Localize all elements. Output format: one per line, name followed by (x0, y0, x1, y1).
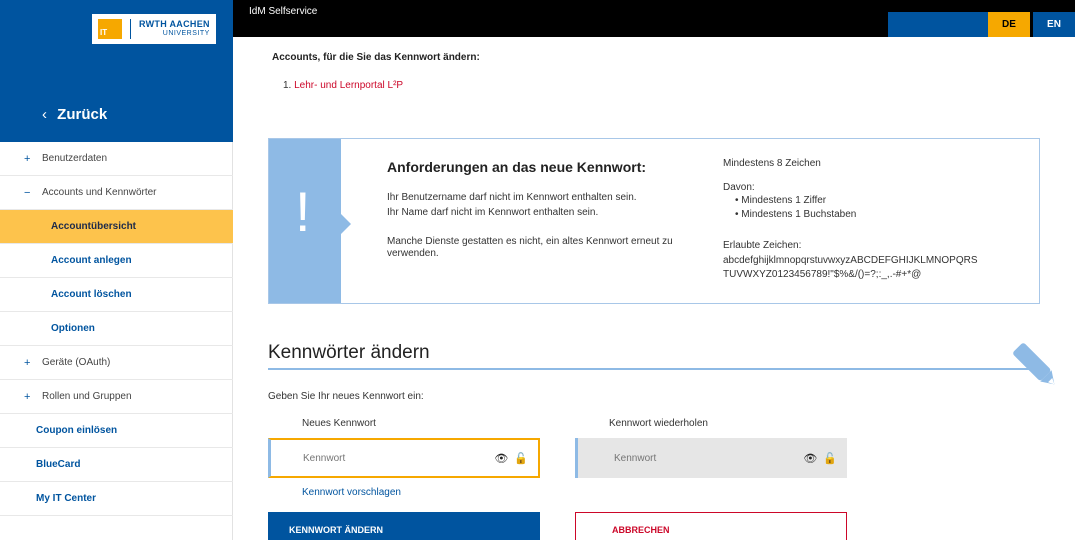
back-link[interactable]: ‹ Zurück (42, 106, 107, 123)
sidebar-item-accountuebersicht[interactable]: Accountübersicht (0, 210, 233, 244)
section-divider (268, 368, 1038, 370)
top-bar: IdM Selfservice DE EN (233, 0, 1075, 37)
sidebar-item-label: Optionen (51, 323, 95, 334)
sidebar-nav: + Benutzerdaten − Accounts und Kennwörte… (0, 142, 233, 516)
sidebar-item-label: My IT Center (36, 493, 97, 504)
allowed-chars-line: abcdefghijklmnopqrstuvwxyzABCDEFGHIJKLMN… (723, 255, 978, 266)
sidebar-item-label: Benutzerdaten (42, 153, 108, 164)
requirement-rule: Manche Dienste gestatten es nicht, ein a… (387, 236, 673, 259)
repeat-password-field: 👁 🔓 (575, 438, 847, 478)
collapse-minus-icon: − (24, 186, 31, 199)
section-title: Kennwörter ändern (268, 342, 430, 363)
sidebar-header: IT RWTH AACHEN UNIVERSITY ‹ Zurück (0, 0, 233, 142)
sidebar-item-label: BlueCard (36, 459, 81, 470)
requirements-arrow (341, 214, 351, 234)
requirements-title: Anforderungen an das neue Kennwort: (387, 159, 647, 175)
davon-label: Davon: (723, 182, 755, 193)
expand-plus-icon: + (24, 152, 31, 165)
top-bar-accent (888, 12, 988, 37)
suggest-password-link[interactable]: Kennwort vorschlagen (302, 487, 401, 498)
requirement-rule: Ihr Name darf nicht im Kennwort enthalte… (387, 207, 599, 218)
min-length-text: Mindestens 8 Zeichen (723, 158, 821, 169)
show-password-eye-icon[interactable]: 👁 (494, 452, 508, 465)
sidebar-item-label: Coupon einlösen (36, 425, 118, 436)
logo-bottom-text: UNIVERSITY (162, 30, 210, 37)
sidebar-item-label: Rollen und Gruppen (42, 391, 132, 402)
requirement-bullet: • Mindestens 1 Ziffer (735, 195, 827, 206)
exclamation-icon: ! (295, 180, 311, 243)
sidebar-item-optionen[interactable]: Optionen (0, 312, 233, 346)
logo-top-text: RWTH AACHEN (139, 19, 210, 29)
rwth-wordmark: RWTH AACHEN UNIVERSITY (139, 20, 210, 38)
logo-divider (130, 19, 131, 39)
repeat-password-label: Kennwort wiederholen (609, 418, 708, 429)
sidebar-item-account-loeschen[interactable]: Account löschen (0, 278, 233, 312)
sidebar-item-label: Accounts und Kennwörter (42, 187, 157, 198)
account-number: 1. (283, 80, 292, 91)
sidebar-item-account-anlegen[interactable]: Account anlegen (0, 244, 233, 278)
repeat-password-input[interactable] (578, 438, 804, 478)
language-de-button[interactable]: DE (988, 12, 1030, 37)
account-list-item: 1. Lehr- und Lernportal L²P (283, 80, 403, 91)
sidebar-item-coupon-einloesen[interactable]: Coupon einlösen (0, 414, 233, 448)
expand-plus-icon: + (24, 390, 31, 403)
chevron-left-icon: ‹ (42, 106, 47, 123)
sidebar-item-label: Account anlegen (51, 255, 132, 266)
requirement-rule: Ihr Benutzername darf nicht im Kennwort … (387, 192, 637, 203)
password-requirements-box: ! Anforderungen an das neue Kennwort: Ih… (268, 138, 1040, 304)
new-password-label: Neues Kennwort (302, 418, 376, 429)
show-password-eye-icon[interactable]: 👁 (803, 452, 817, 465)
accounts-heading: Accounts, für die Sie das Kennwort änder… (272, 52, 480, 63)
sidebar-item-label: Account löschen (51, 289, 132, 300)
allowed-chars-label: Erlaubte Zeichen: (723, 240, 802, 251)
change-password-button[interactable]: KENNWORT ÄNDERN (268, 512, 540, 540)
sidebar-item-label: Accountübersicht (51, 221, 137, 232)
sidebar-item-bluecard[interactable]: BlueCard (0, 448, 233, 482)
new-password-input[interactable] (271, 440, 495, 476)
pencil-icon (1013, 343, 1055, 385)
app-title: IdM Selfservice (249, 6, 318, 17)
unlock-icon: 🔓 (514, 452, 528, 465)
sidebar-item-benutzerdaten[interactable]: + Benutzerdaten (0, 142, 233, 176)
sidebar-item-accounts-und-kennwoerter[interactable]: − Accounts und Kennwörter (0, 176, 233, 210)
account-link[interactable]: Lehr- und Lernportal L²P (294, 80, 403, 91)
expand-plus-icon: + (24, 356, 31, 369)
password-prompt: Geben Sie Ihr neues Kennwort ein: (268, 391, 424, 402)
requirement-bullet: • Mindestens 1 Buchstaben (735, 209, 857, 220)
language-en-button[interactable]: EN (1033, 12, 1075, 37)
unlock-icon: 🔓 (823, 452, 837, 465)
it-center-logo-icon: IT (98, 19, 122, 39)
new-password-field: 👁 🔓 (268, 438, 540, 478)
requirements-icon-panel: ! (269, 139, 341, 303)
allowed-chars-line: TUVWXYZ0123456789!"$%&/()=?;:_,.-#+*@ (723, 269, 922, 280)
sidebar: IT RWTH AACHEN UNIVERSITY ‹ Zurück + Ben… (0, 0, 233, 540)
sidebar-item-label: Geräte (OAuth) (42, 357, 111, 368)
sidebar-item-rollen-und-gruppen[interactable]: + Rollen und Gruppen (0, 380, 233, 414)
rwth-logo[interactable]: IT RWTH AACHEN UNIVERSITY (92, 14, 216, 44)
back-label: Zurück (57, 106, 108, 123)
cancel-button[interactable]: ABBRECHEN (575, 512, 847, 540)
sidebar-item-geraete-oauth[interactable]: + Geräte (OAuth) (0, 346, 233, 380)
sidebar-item-my-it-center[interactable]: My IT Center (0, 482, 233, 516)
